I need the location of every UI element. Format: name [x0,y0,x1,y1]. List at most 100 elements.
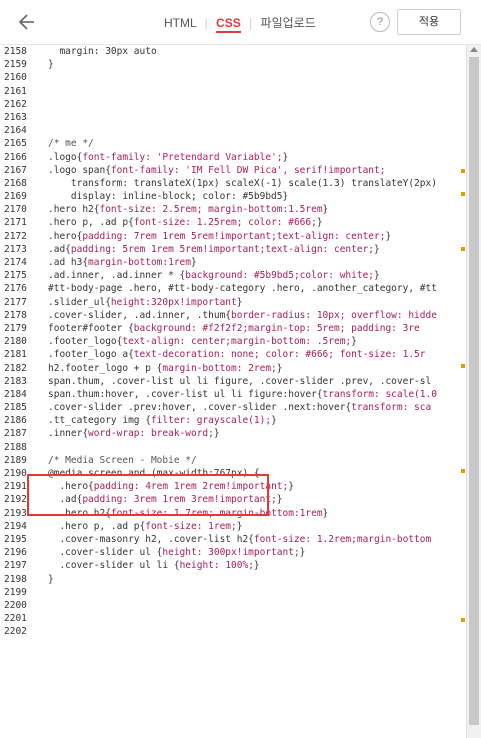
line-number: 2191 [4,481,27,493]
line-number: 2178 [4,309,27,321]
scroll-marker [461,169,465,173]
line-number: 2188 [4,441,27,453]
line-number: 2172 [4,230,27,242]
code-line: .hero{padding: 4rem 1rem 2rem!important;… [48,481,294,493]
scroll-marker [461,469,465,473]
line-number: 2165 [4,138,27,150]
line-number: 2177 [4,296,27,308]
code-line: .ad.inner, .ad.inner * {background: #5b9… [48,270,380,282]
scrollbar-thumb[interactable] [469,57,479,725]
code-line: #tt-body-page .hero, #tt-body-category .… [48,283,437,295]
line-number: 2166 [4,151,27,163]
line-number: 2190 [4,468,27,479]
line-number: 2170 [4,204,27,216]
line-number: 2193 [4,507,27,519]
line-number: 2162 [4,98,27,110]
code-line: @media screen and (max-width:767px) { [48,468,260,479]
tab-separator: | [204,16,208,30]
line-number: 2189 [4,454,27,466]
tab-css[interactable]: CSS [216,16,241,33]
code-line: .inner{word-wrap: break-word;} [48,428,220,440]
line-number: 2185 [4,402,27,414]
code-line: .tt_category img {filter: grayscale(1);} [48,415,277,427]
line-number: 2176 [4,283,27,295]
code-line: /* Media Screen - Mobie */ [48,454,197,466]
line-number: 2175 [4,270,27,282]
scroll-up-arrow-icon[interactable] [470,47,478,52]
line-number: 2196 [4,547,27,559]
line-number: 2200 [4,599,27,611]
line-number: 2164 [4,125,27,137]
line-number: 2186 [4,415,27,427]
code-line: transform: translateX(1px) scaleX(-1) sc… [48,177,437,189]
code-line: } [48,59,54,71]
line-number: 2199 [4,586,27,598]
line-number: 2161 [4,85,27,97]
code-line: .ad{padding: 3rem 1rem 3rem!important;} [48,494,283,506]
code-line: .footer_logo a{text-decoration: none; co… [48,349,426,361]
line-number: 2174 [4,257,27,268]
scroll-marker [461,618,465,622]
scroll-marker [461,247,465,251]
code-line: footer#footer {background: #f2f2f2;margi… [48,322,420,334]
line-number: 2169 [4,191,27,203]
line-number: 2194 [4,520,27,532]
code-line: } [48,573,54,585]
code-line: .hero p, .ad p{font-size: 1rem;} [48,520,243,532]
scroll-marker [461,192,465,196]
code-line: .hero p, .ad p{font-size: 1.25rem; color… [48,217,323,229]
line-number: 2197 [4,560,27,572]
tab-bar: HTML | CSS | 파일업로드 [164,14,316,33]
line-number: 2184 [4,388,27,400]
code-line: .hero{padding: 7rem 1rem 5rem!important;… [48,230,392,242]
line-number: 2167 [4,164,27,176]
line-number-gutter: 2158 2159 2160 2161 2162 2163 2164 2165 2166 2167… [0,45,40,738]
line-number: 2198 [4,573,27,585]
line-number: 2195 [4,533,27,545]
line-number: 2202 [4,626,27,638]
tab-separator: | [249,16,253,30]
code-line: .cover-slider ul {height: 300px!importan… [48,547,306,559]
code-line: .cover-slider, .ad.inner, .thum{border-r… [48,309,437,321]
code-line: h2.footer_logo + p {margin-bottom: 2rem;… [48,362,283,374]
code-line: .hero h2{font-size: 2.5rem; margin-botto… [48,204,329,216]
line-number: 2187 [4,428,27,440]
code-line: .cover-masonry h2, .cover-list h2{font-s… [48,533,432,545]
line-number: 2181 [4,349,27,361]
code-area[interactable]: margin: 30px auto} /* me */.logo{font-fam… [48,45,466,638]
scroll-marker [461,364,465,368]
code-line: display: inline-block; color: #5b9bd5} [48,191,289,203]
help-button[interactable]: ? [370,12,390,32]
line-number: 2192 [4,494,27,506]
code-line: .slider_ul{height:320px!important} [48,296,243,308]
code-line: .logo span{font-family: 'IM Fell DW Pica… [48,164,386,176]
line-number: 2182 [4,362,27,374]
line-number: 2158 [4,46,27,57]
line-number: 2168 [4,177,27,189]
line-number: 2179 [4,322,27,334]
code-line: .ad h3{margin-bottom:1rem} [48,257,197,268]
code-editor[interactable]: 2158 2159 2160 2161 2162 2163 2164 2165 2166 2167… [0,45,466,738]
back-arrow-icon[interactable] [12,10,36,34]
line-number: 2171 [4,217,27,229]
line-number: 2180 [4,336,27,348]
line-number: 2160 [4,72,27,84]
tab-html[interactable]: HTML [164,16,196,30]
line-number: 2201 [4,613,27,625]
code-line: span.thum:hover, .cover-list ul li figur… [48,388,437,400]
line-number: 2163 [4,111,27,123]
editor-header: HTML | CSS | 파일업로드 ? 적용 [0,0,481,45]
vertical-scrollbar[interactable] [466,45,481,738]
apply-button[interactable]: 적용 [397,9,461,35]
tab-file-upload[interactable]: 파일업로드 [261,16,316,30]
code-line: /* me */ [48,138,94,150]
code-line: margin: 30px auto [48,46,157,57]
